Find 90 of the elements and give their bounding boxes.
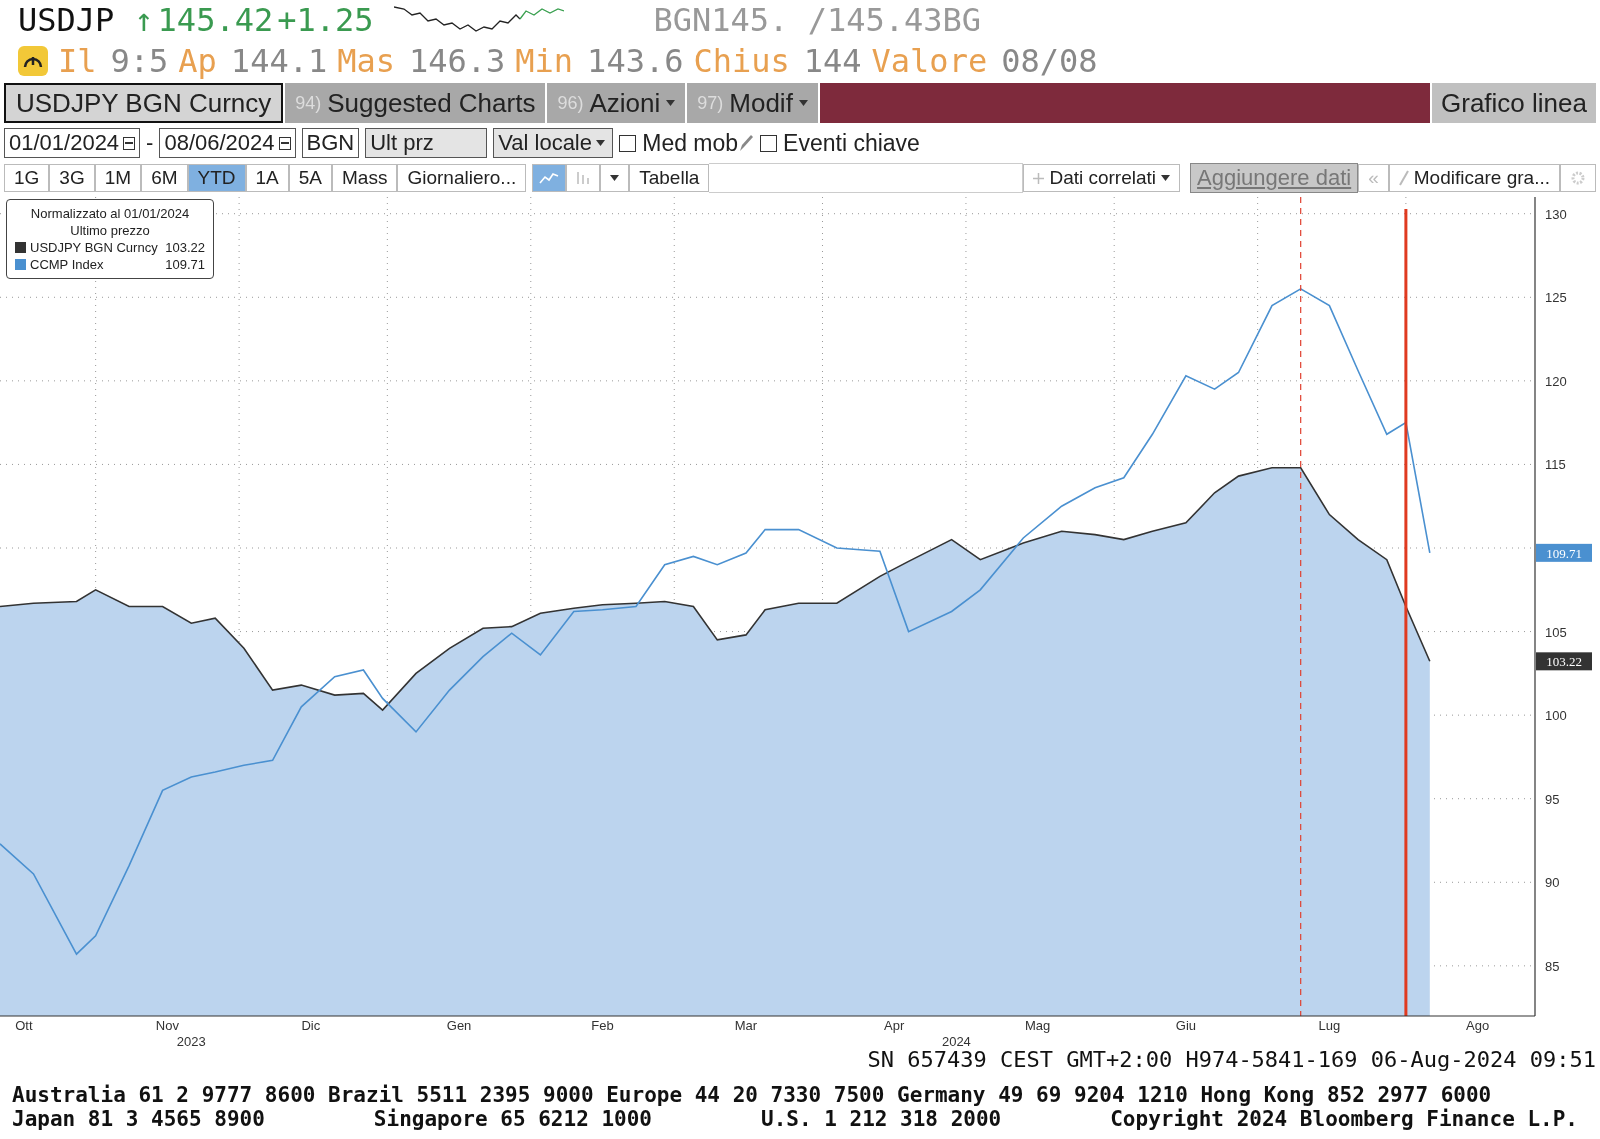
price-tag: 109.71 <box>1536 543 1592 562</box>
bid-ask: BGN145. /145.43BG <box>653 1 982 39</box>
axis-label: Dic <box>301 1018 321 1033</box>
axis-label: 90 <box>1545 875 1560 891</box>
axis-label: 95 <box>1545 791 1560 807</box>
caret-icon <box>798 100 808 106</box>
stat-label: Chius <box>693 42 790 80</box>
axis-label: Ott <box>15 1018 33 1033</box>
period-button[interactable]: 1M <box>94 164 142 192</box>
price-change: +1.25 <box>277 1 374 39</box>
legend-subtitle: Ultimo prezzo <box>69 222 151 239</box>
axis-label: 130 <box>1545 206 1567 222</box>
axis-label: 105 <box>1545 624 1567 640</box>
legend-title: Normalizzato al 01/01/2024 <box>29 205 191 222</box>
contact-text: Japan 81 3 4565 8900 <box>12 1107 265 1131</box>
period-button[interactable]: 5A <box>288 164 333 192</box>
last-price: 145.42 <box>157 1 274 39</box>
source-field[interactable]: BGN <box>301 128 360 158</box>
up-arrow: ↑ <box>134 1 154 39</box>
caret-icon <box>666 100 676 106</box>
plus-icon <box>1033 172 1045 184</box>
calendar-icon <box>123 136 136 150</box>
axis-label: 115 <box>1545 457 1566 473</box>
axis-label: Giu <box>1175 1018 1197 1033</box>
period-button[interactable]: Mass <box>332 164 398 192</box>
price-field[interactable]: Ult prz <box>365 128 488 158</box>
bar-chart-icon <box>575 170 592 186</box>
contact-text: Copyright 2024 Bloomberg Finance L.P. <box>1110 1107 1578 1131</box>
stat-value: 08/08 <box>1001 42 1098 80</box>
ticker: USDJP <box>18 1 115 39</box>
legend-value: 103.22 <box>165 239 205 256</box>
related-data-button[interactable]: Dati correlati <box>1023 164 1181 192</box>
contact-text: Singapore 65 6212 1000 <box>373 1107 652 1131</box>
legend-series-name: USDJPY BGN Curncy <box>30 239 159 256</box>
axis-label: Nov <box>155 1018 179 1033</box>
year-label: 2024 <box>941 1034 971 1047</box>
legend-series-name: CCMP Index <box>30 256 105 273</box>
period-button[interactable]: 3G <box>49 164 95 192</box>
edit-chart-button[interactable]: Modificare gra... <box>1388 164 1560 192</box>
currency-dropdown[interactable]: Val locale <box>493 128 614 158</box>
caret-icon <box>1161 175 1171 181</box>
security-tab[interactable]: USDJPY BGN Curncy <box>4 83 284 123</box>
year-label: 2023 <box>176 1034 206 1047</box>
period-button[interactable]: 1A <box>245 164 289 192</box>
settings-icon <box>1570 170 1586 186</box>
stat-value: 9:5 <box>110 42 169 80</box>
stat-label: Il <box>58 42 97 80</box>
stat-label: Mas <box>337 42 395 80</box>
period-button[interactable]: YTD <box>187 164 246 192</box>
axis-label: 125 <box>1545 290 1567 306</box>
stat-value: 144.1 <box>230 42 328 80</box>
end-date-field[interactable]: 08/06/2024 <box>159 128 296 158</box>
stat-label: Min <box>515 42 574 80</box>
frequency-dropdown[interactable]: Giornaliero... <box>397 164 527 192</box>
option-checkbox[interactable]: Eventi chiave <box>760 129 920 157</box>
caret-icon <box>610 175 620 181</box>
contact-text: Australia 61 2 9777 8600 Brazil 5511 2395 9000 Europe 44 20 7330 7500 Germany 49 69 9204 1210 Hong Kong 852 2977 6000 <box>12 1083 1492 1107</box>
table-button[interactable]: Tabella <box>629 164 710 192</box>
stat-label: Ap <box>178 42 217 80</box>
axis-label: Mag <box>1025 1018 1051 1033</box>
axis-label: 85 <box>1545 958 1560 974</box>
price-tag: 103.22 <box>1536 652 1592 671</box>
legend-value: 109.71 <box>165 256 205 273</box>
axis-label: 100 <box>1545 708 1567 724</box>
option-checkbox[interactable]: Med mob <box>619 129 755 157</box>
start-date-field[interactable]: 01/01/2024 <box>4 128 141 158</box>
view-mode-button[interactable] <box>532 164 567 192</box>
axis-label: 120 <box>1545 373 1567 389</box>
settings-button[interactable] <box>1560 164 1596 192</box>
caret-icon <box>596 140 605 146</box>
calendar-icon <box>278 136 291 150</box>
line-chart-icon <box>539 170 560 186</box>
axis-label: Lug <box>1318 1018 1341 1033</box>
axis-label: Ago <box>1466 1018 1490 1033</box>
axis-label: Mar <box>734 1018 758 1033</box>
axis-label: Feb <box>591 1018 614 1033</box>
period-button[interactable]: 1G <box>4 164 50 192</box>
stat-value: 144 <box>803 42 862 80</box>
date-separator: - <box>146 130 154 156</box>
stat-value: 146.3 <box>409 42 506 80</box>
stat-label: Valore <box>871 42 988 80</box>
axis-label: Apr <box>884 1018 905 1033</box>
period-button[interactable]: 6M <box>141 164 188 192</box>
gauge-icon <box>18 46 48 76</box>
session-info: SN 657439 CEST GMT+2:00 H974-5841-169 06-Aug-2024 09:51 <box>867 1047 1596 1073</box>
stat-value: 143.6 <box>587 42 684 80</box>
contact-text: U.S. 1 212 318 2000 <box>761 1107 1002 1131</box>
dropdown-button[interactable] <box>600 164 630 192</box>
axis-label: Gen <box>446 1018 472 1033</box>
chart-type-label[interactable]: Grafico linea <box>1432 83 1596 123</box>
